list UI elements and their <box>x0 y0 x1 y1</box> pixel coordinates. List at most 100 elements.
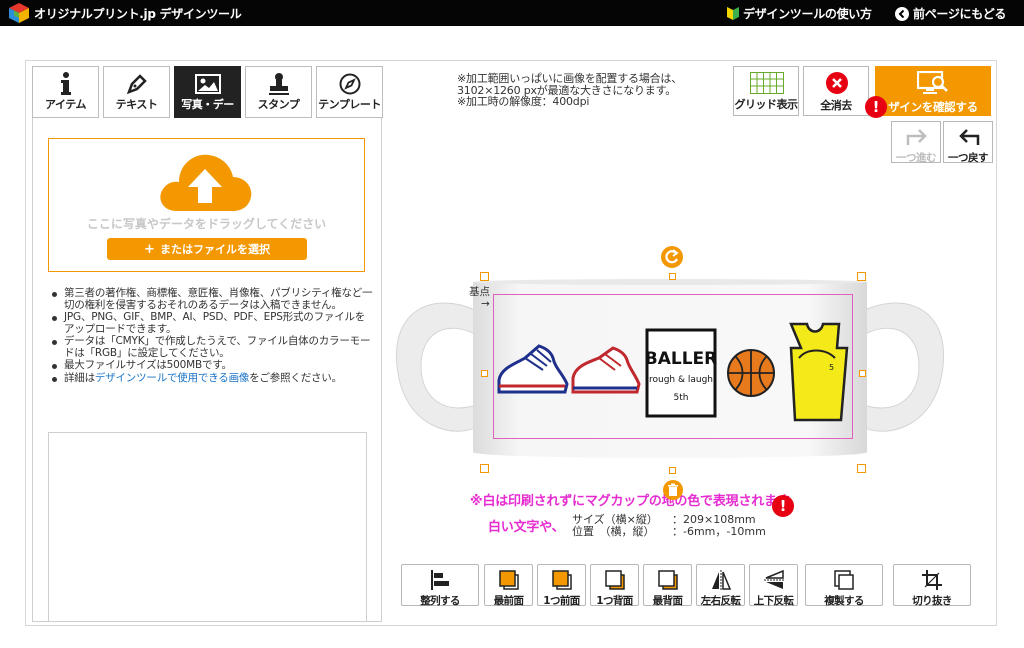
rotate-icon <box>665 249 679 264</box>
send-backward-icon <box>604 570 625 590</box>
tab-stamp-label: スタンプ <box>257 98 300 111</box>
resize-handle-bottom[interactable] <box>669 467 676 474</box>
redo-button[interactable]: 一つ進む <box>891 121 941 164</box>
top-bar: オリジナルプリント.jp デザインツール デザインツールの使い方 前ページにもど… <box>0 0 1024 26</box>
duplicate-button[interactable]: 複製する <box>805 564 883 607</box>
monitor-search-icon <box>917 71 948 94</box>
bring-forward-label: 1つ前面 <box>543 595 580 607</box>
grid-icon <box>750 72 784 94</box>
design-sub: rough & laugh <box>649 375 713 385</box>
send-backward-button[interactable]: 1つ背面 <box>590 564 639 607</box>
resize-handle-top-left[interactable] <box>480 272 489 281</box>
bring-front-label: 最前面 <box>493 595 524 607</box>
confirm-design-label: ザインを確認する <box>888 100 978 114</box>
rotate-handle[interactable] <box>661 246 683 268</box>
jersey-icon: 5 <box>789 322 849 422</box>
grid-toggle-button[interactable]: グリッド表示 <box>733 66 799 116</box>
send-back-button[interactable]: 最背面 <box>643 564 692 607</box>
basketball-icon <box>727 349 775 397</box>
flip-horizontal-icon <box>711 570 731 590</box>
duplicate-label: 複製する <box>824 595 864 607</box>
back-label: 前ページにもどる <box>913 7 1007 21</box>
drop-text: ここに写真やデータをドラッグしてください <box>86 217 327 231</box>
design-artwork[interactable]: BALLER rough & laugh 5th 5 <box>495 318 855 428</box>
alert-badge-icon: ! <box>865 96 887 118</box>
close-circle-icon <box>826 72 848 94</box>
delete-button[interactable] <box>663 480 683 500</box>
image-icon <box>194 74 221 94</box>
select-file-button[interactable]: + またはファイルを選択 <box>107 238 307 260</box>
svg-text:5: 5 <box>829 363 834 372</box>
bring-front-button[interactable]: 最前面 <box>484 564 533 607</box>
alert-badge-icon: ! <box>772 495 794 517</box>
resize-handle-top-right[interactable] <box>857 272 866 281</box>
back-link[interactable]: 前ページにもどる <box>895 5 1006 22</box>
note-formats: JPG、PNG、GIF、BMP、AI、PSD、PDF、EPS形式のファイルをアッ… <box>48 311 373 335</box>
flip-horizontal-button[interactable]: 左右反転 <box>696 564 745 607</box>
origin-arrow: → <box>481 298 490 310</box>
confirm-design-button[interactable]: ザインを確認する <box>875 66 991 116</box>
how-to-label: デザインツールの使い方 <box>743 7 872 21</box>
position-label: 位置 （横，縦） <box>572 525 655 538</box>
note-max-size: 最大ファイルサイズは500MBです。 <box>48 359 373 372</box>
design-title: BALLER <box>645 349 717 369</box>
white-print-warning: ※白は印刷されずにマグカップの地の色で表現されます。 <box>470 494 802 509</box>
tab-text[interactable]: テキスト <box>103 66 170 118</box>
send-backward-label: 1つ背面 <box>596 595 633 607</box>
clear-all-button[interactable]: 全消去 <box>803 66 869 116</box>
tab-template-label: テンプレート <box>318 98 381 111</box>
crop-label: 切り抜き <box>912 595 952 607</box>
undo-icon <box>959 129 980 145</box>
tab-item[interactable]: アイテム <box>32 66 99 118</box>
how-to-link[interactable]: デザインツールの使い方 <box>727 5 872 22</box>
redo-label: 一つ進む <box>896 152 937 164</box>
tab-stamp[interactable]: スタンプ <box>245 66 312 118</box>
compass-icon <box>339 73 360 95</box>
resize-handle-bottom-left[interactable] <box>480 464 489 473</box>
info-icon <box>60 72 71 95</box>
upload-preview-area <box>48 432 367 622</box>
send-back-icon <box>657 570 678 590</box>
tab-text-label: テキスト <box>115 98 158 111</box>
drop-zone[interactable]: ここに写真やデータをドラッグしてください + またはファイルを選択 <box>48 138 365 272</box>
resize-handle-top[interactable] <box>669 273 676 280</box>
flip-vertical-icon <box>763 569 784 589</box>
note-details-prefix: 詳細は <box>64 371 95 384</box>
tab-photo-data[interactable]: 写真・デー <box>174 66 241 118</box>
tab-template[interactable]: テンプレート <box>316 66 383 118</box>
resize-handle-bottom-right[interactable] <box>857 464 866 473</box>
bring-front-icon <box>498 570 519 590</box>
size-position-tooltip: サイズ（横×縦） ：209×108mm 位置 （横，縦） ：-6mm，-10mm <box>566 512 780 544</box>
resize-handle-left[interactable] <box>481 370 488 377</box>
duplicate-icon <box>834 570 854 590</box>
note-copyright: 第三者の著作権、商標権、意匠権、肖像権、パブリシティ権など一切の権利を侵害するお… <box>48 287 373 311</box>
bring-forward-button[interactable]: 1つ前面 <box>537 564 586 607</box>
crop-button[interactable]: 切り抜き <box>893 564 971 607</box>
upload-notes: 第三者の著作権、商標権、意匠権、肖像権、パブリシティ権など一切の権利を侵害するお… <box>48 287 373 385</box>
plus-icon: + <box>144 241 155 257</box>
note-color-mode: データは「CMYK」で作成したうえで、ファイル自体のカラーモードは「RGB」に設… <box>48 335 373 359</box>
logo-icon <box>9 3 29 23</box>
flip-vertical-button[interactable]: 上下反転 <box>749 564 798 607</box>
align-icon <box>431 570 449 590</box>
beginner-mark-icon <box>727 7 739 20</box>
pen-icon <box>126 74 147 95</box>
note-details-rest: をご参照ください。 <box>249 371 342 384</box>
undo-label: 一つ戻す <box>948 152 989 164</box>
upload-cloud-icon <box>160 154 252 211</box>
send-back-label: 最背面 <box>652 595 683 607</box>
stamp-icon <box>268 73 289 95</box>
tab-photo-label: 写真・デー <box>181 98 234 111</box>
origin-label: 基点 → <box>469 286 490 310</box>
bring-forward-icon <box>551 570 572 590</box>
undo-button[interactable]: 一つ戻す <box>943 121 993 164</box>
align-label: 整列する <box>420 595 460 607</box>
usable-images-link[interactable]: デザインツールで使用できる画像 <box>95 372 249 384</box>
flip-vertical-label: 上下反転 <box>753 595 794 607</box>
design-num: 5th <box>674 393 689 403</box>
align-button[interactable]: 整列する <box>401 564 479 607</box>
resize-handle-right[interactable] <box>859 370 866 377</box>
print-area-info: ※加工範囲いっぱいに画像を配置する場合は、3102×1260 pxが最適な大きさ… <box>457 72 683 108</box>
sneaker-blue-icon <box>497 344 569 394</box>
select-file-label: またはファイルを選択 <box>159 243 270 256</box>
